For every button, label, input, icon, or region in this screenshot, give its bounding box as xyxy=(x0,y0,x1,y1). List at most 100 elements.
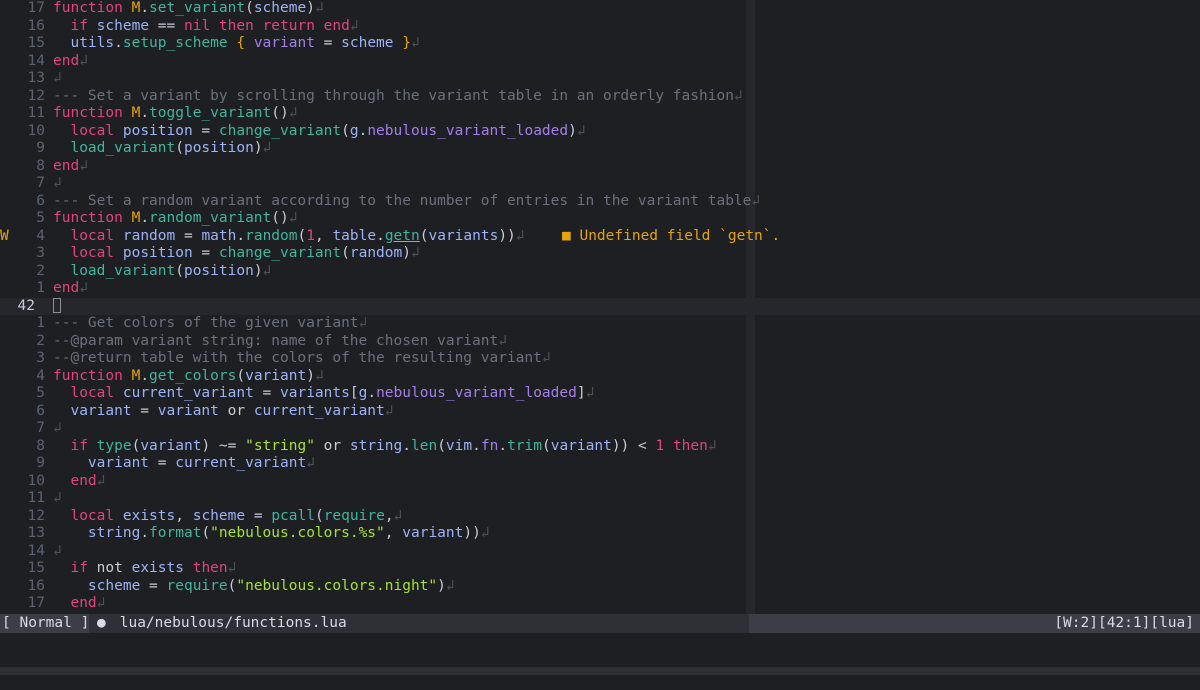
code-token: , xyxy=(175,507,193,524)
code-token: --@return table with the colors of the r… xyxy=(53,350,542,366)
code-token: . xyxy=(140,367,150,384)
code-token: type xyxy=(96,437,132,454)
code-token: = xyxy=(245,507,272,524)
code-line[interactable]: 16 if scheme == nil then return end↲ xyxy=(0,18,1200,36)
line-code: function M.get_colors(variant)↲ xyxy=(53,368,324,386)
code-token: current_variant xyxy=(122,385,254,401)
code-token: = xyxy=(192,245,219,261)
line-number: 1 xyxy=(36,315,45,331)
code-line[interactable]: 7 ↲ xyxy=(0,175,1200,193)
code-token: if xyxy=(70,437,97,454)
code-line[interactable]: 16 scheme = require("nebulous.colors.nig… xyxy=(0,578,1200,596)
code-token: variants xyxy=(428,227,499,244)
code-line[interactable]: 10 local position = change_variant(g.neb… xyxy=(0,123,1200,141)
code-token: position xyxy=(183,140,254,156)
code-line[interactable]: 14 ↲ xyxy=(0,543,1200,561)
code-line[interactable]: 13 string.format("nebulous.colors.%s", v… xyxy=(0,525,1200,543)
code-token: if xyxy=(70,560,97,576)
code-line[interactable]: W4 local random = math.random(1, table.g… xyxy=(0,228,1200,246)
code-token: () xyxy=(271,210,289,226)
code-token: = xyxy=(253,385,281,401)
code-line[interactable]: 12 --- Set a variant by scrolling through… xyxy=(0,88,1200,106)
line-code: --- Set a random variant according to th… xyxy=(53,193,760,211)
code-token: local xyxy=(70,385,123,401)
editor-buffer[interactable]: 17 function M.set_variant(scheme)↲ 16 if s… xyxy=(0,0,1200,614)
code-line[interactable]: 13 ↲ xyxy=(0,70,1200,88)
code-token: function xyxy=(53,105,132,121)
code-line[interactable]: 5 local current_variant = variants[g.neb… xyxy=(0,385,1200,403)
line-code: end↲ xyxy=(53,280,88,298)
code-token: string xyxy=(87,525,141,541)
code-token: ) xyxy=(437,577,446,594)
code-token: end xyxy=(323,17,350,34)
code-token: function xyxy=(53,210,132,226)
code-token: format xyxy=(149,525,202,541)
newline-glyph: ↲ xyxy=(541,350,551,366)
code-token: exists xyxy=(131,560,184,576)
code-line[interactable]: 8 end↲ xyxy=(0,158,1200,176)
code-line[interactable]: 11 function M.toggle_variant()↲ xyxy=(0,105,1200,123)
code-line[interactable]: 1 end↲ xyxy=(0,280,1200,298)
code-line[interactable]: 8 if type(variant) ~= "string" or string… xyxy=(0,438,1200,456)
newline-glyph: ↲ xyxy=(707,437,717,454)
file-segment[interactable]: ● lua/nebulous/functions.lua xyxy=(89,614,749,633)
code-token: variant xyxy=(402,525,464,541)
line-number: 11 xyxy=(27,105,45,121)
command-line[interactable] xyxy=(0,633,1200,667)
code-line[interactable]: 4 function M.get_colors(variant)↲ xyxy=(0,368,1200,386)
code-token: , xyxy=(314,227,333,244)
code-line[interactable]: 17 end↲ xyxy=(0,595,1200,613)
code-line[interactable]: 14 end↲ xyxy=(0,53,1200,71)
line-code: function M.toggle_variant()↲ xyxy=(53,105,297,123)
code-line[interactable]: 17 function M.set_variant(scheme)↲ xyxy=(0,0,1200,18)
code-line[interactable]: 2 --@param variant string: name of the ch… xyxy=(0,333,1200,351)
code-token: end xyxy=(53,280,80,296)
code-token: getn xyxy=(384,227,420,244)
line-code: end↲ xyxy=(53,158,88,176)
line-number: 3 xyxy=(36,350,45,366)
code-line[interactable]: 5 function M.random_variant()↲ xyxy=(0,210,1200,228)
code-line[interactable]: 12 local exists, scheme = pcall(require,… xyxy=(0,508,1200,526)
code-token: exists xyxy=(122,507,176,524)
code-token: change_variant xyxy=(218,245,342,261)
code-line[interactable]: 9 variant = current_variant↲ xyxy=(0,455,1200,473)
code-token: () xyxy=(271,105,289,121)
code-token: ( xyxy=(245,0,254,16)
code-line[interactable]: 15 if not exists then↲ xyxy=(0,560,1200,578)
code-token: ) xyxy=(568,122,577,139)
code-token: require xyxy=(166,577,228,594)
code-line[interactable]: 6 variant = variant or current_variant↲ xyxy=(0,403,1200,421)
code-token: toggle_variant xyxy=(149,105,272,121)
code-line[interactable]: 2 load_variant(position)↲ xyxy=(0,263,1200,281)
code-token: { xyxy=(236,35,246,51)
code-line[interactable]: 3 local position = change_variant(random… xyxy=(0,245,1200,263)
line-code: local exists, scheme = pcall(require,↲ xyxy=(53,508,402,526)
sign-column: W xyxy=(0,227,9,244)
line-code: local position = change_variant(g.nebulo… xyxy=(53,122,585,141)
code-line[interactable]: 7 ↲ xyxy=(0,420,1200,438)
line-number: 9 xyxy=(36,455,45,471)
current-line[interactable]: 42 xyxy=(0,297,1200,317)
newline-glyph: ↲ xyxy=(53,70,62,86)
code-line[interactable]: 6 --- Set a random variant according to t… xyxy=(0,193,1200,211)
code-token: end xyxy=(70,472,97,489)
line-code: function M.set_variant(scheme)↲ xyxy=(53,0,324,18)
code-token: fn xyxy=(480,437,499,454)
code-line[interactable]: 11 ↲ xyxy=(0,490,1200,508)
newline-glyph: ↲ xyxy=(79,52,88,69)
code-token: random xyxy=(245,227,298,244)
code-token: . xyxy=(402,437,411,454)
code-line[interactable]: 1 --- Get colors of the given variant↲ xyxy=(0,315,1200,333)
code-line[interactable]: 15 utils.setup_scheme { variant = scheme… xyxy=(0,35,1200,53)
code-line[interactable]: 10 end↲ xyxy=(0,473,1200,491)
line-code xyxy=(53,297,61,317)
code-token: variant xyxy=(157,402,219,419)
code-token: )) < xyxy=(611,437,656,454)
newline-glyph: ↲ xyxy=(53,175,62,191)
code-line[interactable]: 3 --@return table with the colors of the … xyxy=(0,350,1200,368)
newline-glyph: ↲ xyxy=(53,542,62,559)
code-line[interactable]: 9 load_variant(position)↲ xyxy=(0,140,1200,158)
